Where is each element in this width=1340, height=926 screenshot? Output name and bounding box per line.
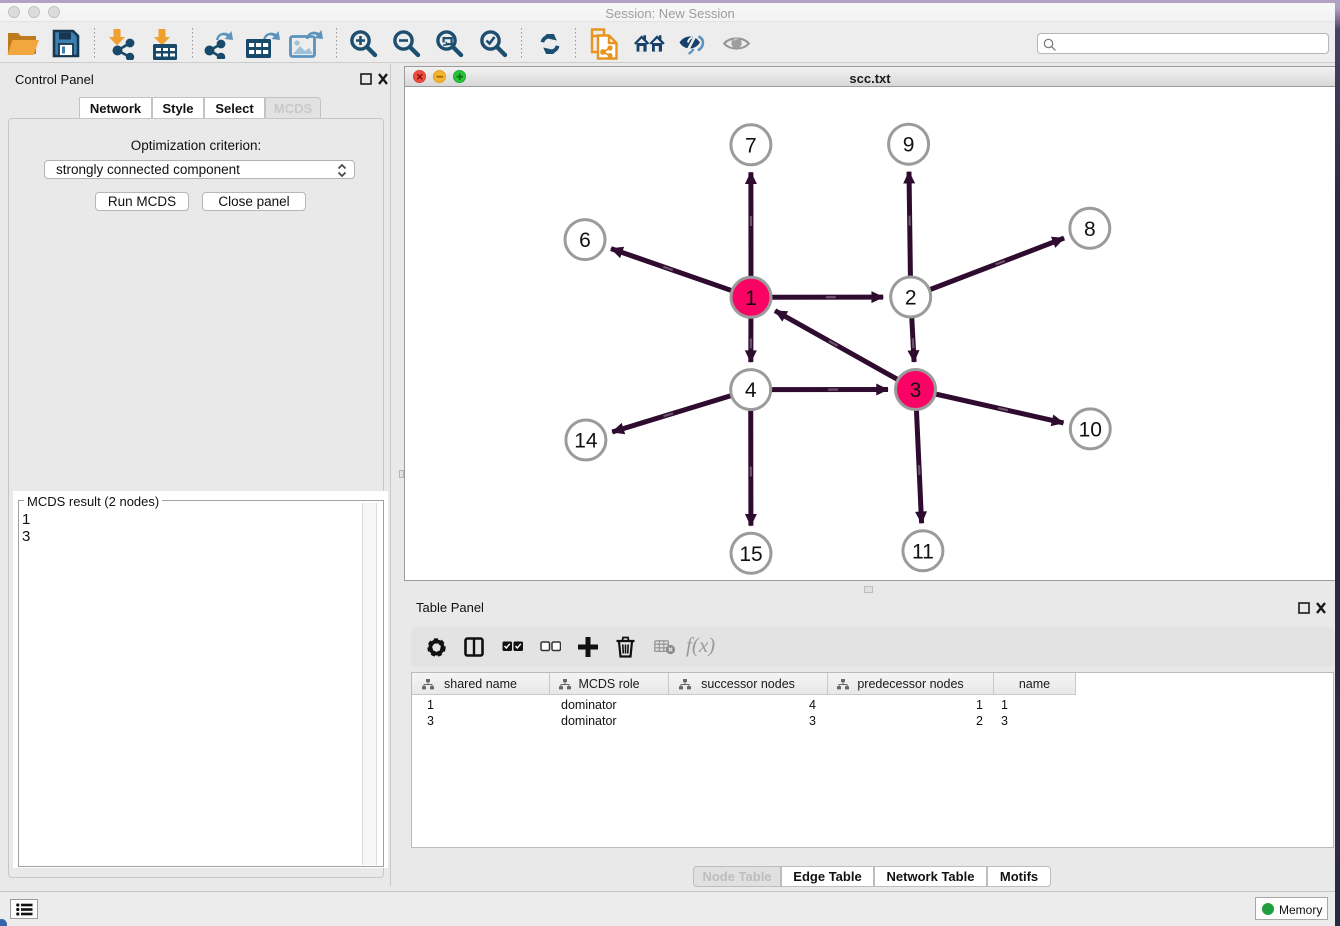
svg-text:9: 9 — [903, 134, 915, 157]
svg-text:3: 3 — [910, 379, 922, 402]
svg-text:7: 7 — [745, 134, 757, 157]
svg-text:10: 10 — [1079, 418, 1102, 441]
svg-text:1: 1 — [745, 287, 757, 310]
svg-text:6: 6 — [579, 229, 591, 252]
svg-text:8: 8 — [1084, 218, 1096, 241]
svg-text:2: 2 — [905, 287, 917, 310]
svg-text:4: 4 — [745, 379, 757, 402]
svg-text:11: 11 — [912, 540, 934, 563]
svg-text:15: 15 — [739, 543, 762, 566]
svg-text:14: 14 — [574, 430, 598, 453]
